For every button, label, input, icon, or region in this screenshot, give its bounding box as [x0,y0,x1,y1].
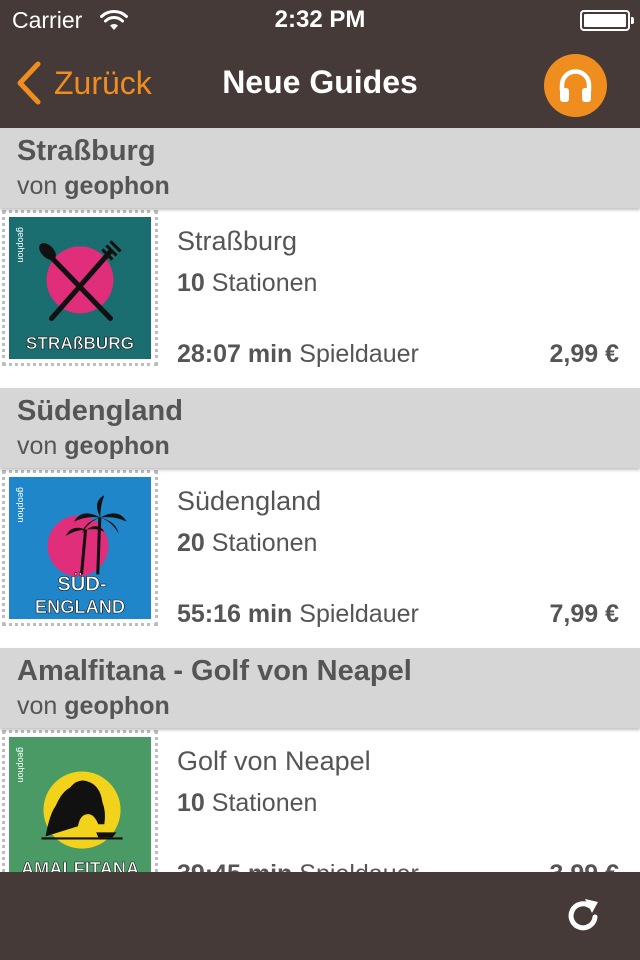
publisher-name: geophon [64,692,170,720]
cover-label: AMALFITANA [21,858,139,872]
fork-and-knife-icon: geophon STRAßBURG [9,217,151,359]
back-label: Zurück [54,64,152,101]
guide-price: 3,99 € [549,860,619,872]
chevron-left-icon [17,61,41,105]
guide-row[interactable]: geophon SÜD- ENGLAND Südengland 20 Stati… [0,468,640,648]
back-button[interactable]: Zurück [14,58,152,108]
battery-icon [580,10,634,31]
guide-cover-stamp: geophon AMALFITANA [2,730,158,872]
guide-cover-stamp: geophon SÜD- ENGLAND [2,470,158,626]
guide-row[interactable]: geophon AMALFITANA Golf von Neapel 10 St… [0,728,640,872]
palm-trees-icon: geophon SÜD- ENGLAND [9,477,151,619]
guide-section: Amalfitana - Golf von Neapel von geophon… [0,648,640,872]
publisher-name: geophon [64,172,170,200]
section-subtitle: von geophon [17,172,170,201]
refresh-icon [568,899,598,931]
guide-title: Südengland [177,486,322,516]
cover-brand: geophon [16,227,26,262]
guide-list[interactable]: Straßburg von geophon geophon STRAßBURG … [0,128,640,872]
guide-title: Golf von Neapel [177,746,371,776]
guide-cover-stamp: geophon STRAßBURG [2,210,158,366]
section-title: Straßburg [17,135,156,167]
navigation-bar: Zurück Neue Guides [0,40,640,128]
play-duration: 28:07 min Spieldauer [177,340,419,368]
cover-label: STRAßBURG [26,333,134,353]
stations-count: 20 Stationen [177,529,318,557]
cover-label-line-2: ENGLAND [35,596,125,617]
stations-count: 10 Stationen [177,789,318,817]
by-prefix: von [17,432,58,460]
guide-row[interactable]: geophon STRAßBURG Straßburg 10 Stationen… [0,208,640,388]
section-title: Amalfitana - Golf von Neapel [17,655,412,687]
publisher-name: geophon [64,432,170,460]
top-bar: Carrier 2:32 PM Zurück Neue Guides [0,0,640,128]
headphones-icon [559,69,592,102]
status-bar: Carrier 2:32 PM [0,0,640,40]
guide-title: Straßburg [177,226,298,256]
guide-price: 2,99 € [549,340,619,368]
section-header: Straßburg von geophon [0,128,640,208]
guide-price: 7,99 € [549,600,619,628]
guide-section: Straßburg von geophon geophon STRAßBURG … [0,128,640,388]
by-prefix: von [17,692,58,720]
refresh-button[interactable] [564,896,604,936]
status-time: 2:32 PM [274,6,366,33]
cover-label-line-1: SÜD- [57,573,107,596]
section-subtitle: von geophon [17,432,170,461]
guide-section: Südengland von geophon geophon SÜD- ENGL… [0,388,640,648]
play-duration: 55:16 min Spieldauer [177,600,419,628]
bottom-toolbar [0,872,640,960]
by-prefix: von [17,172,58,200]
section-header: Amalfitana - Golf von Neapel von geophon [0,648,640,728]
section-title: Südengland [17,395,183,427]
cover-brand: geophon [16,487,26,522]
rock-and-boat-icon: geophon AMALFITANA [9,737,151,872]
audio-player-button[interactable] [544,54,607,117]
stations-count: 10 Stationen [177,269,318,297]
play-duration: 39:45 min Spieldauer [177,860,419,872]
section-header: Südengland von geophon [0,388,640,468]
cover-brand: geophon [16,747,26,782]
section-subtitle: von geophon [17,692,170,721]
